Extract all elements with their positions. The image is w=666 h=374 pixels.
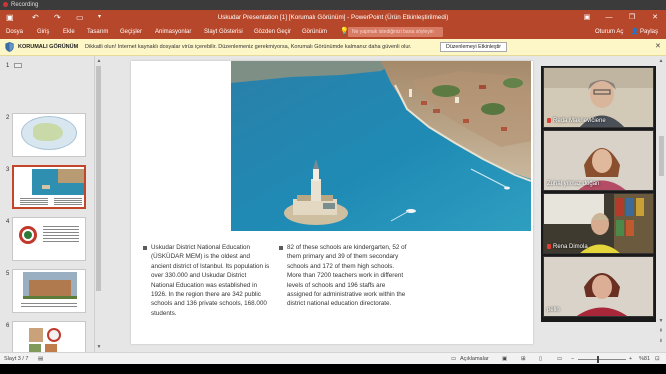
enable-editing-button[interactable]: Düzenlemeyi Etkinleştir <box>440 42 508 52</box>
protected-view-bar: KORUMALI GÖRÜNÜM Dikkatli olun! Internet… <box>0 39 666 56</box>
zoom-slider[interactable] <box>578 359 626 360</box>
thumbnail-number: 1 <box>6 63 10 69</box>
zoom-in-button[interactable]: + <box>629 355 632 363</box>
scroll-up-icon[interactable]: ▲ <box>658 58 664 64</box>
slide-thumbnail-5[interactable] <box>12 269 86 313</box>
participant-tile[interactable]: Rena Dimola <box>543 193 654 254</box>
slide-thumbnail-6[interactable] <box>12 321 86 352</box>
slide-thumbnail-4[interactable] <box>12 217 86 261</box>
taskbar-strip <box>0 364 666 374</box>
reading-view-icon[interactable]: ▯ <box>539 355 542 363</box>
previous-slide-icon[interactable]: ⇞ <box>658 328 664 334</box>
tab-design[interactable]: Tasarım <box>87 28 108 36</box>
tab-view[interactable]: Görünüm <box>302 28 327 36</box>
restore-icon[interactable]: ❐ <box>625 12 639 23</box>
text-column-1: Uskudar District National Education (ÜSK… <box>143 243 271 318</box>
record-dot-icon <box>3 2 8 7</box>
status-bar: Slayt 3 / 7 ▤ ▭ Açıklamalar ▣ ⊞ ▯ ▭ − + … <box>0 352 666 364</box>
slide-sorter-icon[interactable]: ⊞ <box>521 355 526 363</box>
participant-name: pelin <box>547 307 560 313</box>
close-protected-bar-icon[interactable]: ✕ <box>655 42 661 50</box>
work-area: 1 2 3 4 5 6 ▲ ▼ Uskudar District Nationa… <box>0 56 666 352</box>
body-text: 82 of these schools are kindergarten, 52… <box>287 244 407 308</box>
ribbon-display-options-icon[interactable]: ▣ <box>580 12 594 23</box>
thumbnail-number: 3 <box>6 167 10 173</box>
bullet-icon <box>279 246 283 250</box>
normal-view-icon[interactable]: ▣ <box>502 355 507 363</box>
thumbnail-number: 6 <box>6 323 10 329</box>
close-window-icon[interactable]: ✕ <box>648 12 662 23</box>
recording-label: Recording <box>11 2 39 8</box>
tab-animations[interactable]: Animasyonlar <box>155 28 191 36</box>
sign-in-link[interactable]: Oturum Aç <box>595 28 623 36</box>
zoom-level[interactable]: %81 <box>639 355 650 363</box>
notes-button[interactable]: Açıklamalar <box>460 355 489 363</box>
muted-mic-icon <box>547 244 551 249</box>
participant-video <box>544 257 653 316</box>
slideshow-view-icon[interactable]: ▭ <box>557 355 562 363</box>
fit-to-window-icon[interactable]: ⊡ <box>655 355 660 363</box>
scroll-down-icon[interactable]: ▼ <box>658 318 664 324</box>
participant-name: Reda Maknevičiene <box>547 118 606 125</box>
notes-icon[interactable]: ▭ <box>451 355 456 363</box>
thumbnail-number: 2 <box>6 115 10 121</box>
slide-scrollbar[interactable]: ▲ ▼ ⇞ ⇟ <box>657 56 666 352</box>
ribbon-tabs: Dosya Giriş Ekle Tasarım Geçişler Animas… <box>0 25 666 39</box>
muted-mic-icon <box>547 118 551 123</box>
scroll-thumb[interactable] <box>96 66 101 291</box>
tab-home[interactable]: Giriş <box>37 28 49 36</box>
thumbnail-number: 5 <box>6 271 10 277</box>
slide-thumbnails-pane: 1 2 3 4 5 6 <box>0 56 95 352</box>
thumbnail-number: 4 <box>6 219 10 225</box>
protected-view-label: KORUMALI GÖRÜNÜM <box>18 44 79 50</box>
app-window: Recording ▣ ↶ ↷ ▭ ▾ Uskudar Presentation… <box>0 0 666 374</box>
tab-file[interactable]: Dosya <box>6 28 23 36</box>
window-title: Uskudar Presentation [1] [Korumalı Görün… <box>217 14 449 21</box>
recording-indicator: Recording <box>0 0 666 10</box>
slide-thumbnail-1[interactable] <box>12 61 86 73</box>
slide-thumbnail-2[interactable] <box>12 113 86 157</box>
text-column-2: 82 of these schools are kindergarten, 52… <box>279 243 407 309</box>
share-person-icon: 👤 <box>631 29 639 35</box>
participant-tile[interactable]: Reda Maknevičiene <box>543 67 654 128</box>
protected-view-message: Dikkatli olun! Internet kaynaklı dosyala… <box>85 44 412 50</box>
current-slide: Uskudar District National Education (ÜSK… <box>131 61 533 344</box>
tab-slideshow[interactable]: Slayt Gösterisi <box>204 28 243 36</box>
thumbnails-scrollbar[interactable]: ▲ ▼ <box>95 56 103 352</box>
scroll-thumb[interactable] <box>659 136 664 176</box>
participant-name: Zuhal yılmaz doğan <box>547 181 600 187</box>
spellcheck-icon[interactable]: ▤ <box>38 355 43 363</box>
slide-counter: Slayt 3 / 7 <box>4 356 29 362</box>
bullet-icon <box>143 246 147 250</box>
slide-editor: Uskudar District National Education (ÜSK… <box>104 56 541 352</box>
body-text: Uskudar District National Education (ÜSK… <box>151 244 270 317</box>
shield-icon <box>5 42 14 52</box>
video-participants-panel: Reda Maknevičiene Zuhal yılmaz doğan Ren… <box>541 66 656 322</box>
participant-tile[interactable]: pelin <box>543 256 654 317</box>
maidens-tower-photo <box>231 61 531 231</box>
title-bar: ▣ ↶ ↷ ▭ ▾ Uskudar Presentation [1] [Koru… <box>0 10 666 25</box>
zoom-slider-knob[interactable] <box>597 356 599 363</box>
tab-review[interactable]: Gözden Geçir <box>254 28 291 36</box>
zoom-out-button[interactable]: − <box>571 355 574 363</box>
participant-tile[interactable]: Zuhal yılmaz doğan <box>543 130 654 191</box>
share-button[interactable]: Paylaş <box>640 28 658 36</box>
minimize-icon[interactable]: — <box>602 12 616 23</box>
participant-name: Rena Dimola <box>547 244 588 251</box>
slide-thumbnail-3[interactable] <box>12 165 86 209</box>
tell-me-search[interactable]: Ne yapmak istediğinizi bana söyleyin <box>348 27 443 37</box>
scroll-down-icon[interactable]: ▼ <box>96 344 102 350</box>
tab-transitions[interactable]: Geçişler <box>120 28 142 36</box>
scroll-up-icon[interactable]: ▲ <box>96 58 102 64</box>
tab-insert[interactable]: Ekle <box>63 28 75 36</box>
next-slide-icon[interactable]: ⇟ <box>658 338 664 344</box>
